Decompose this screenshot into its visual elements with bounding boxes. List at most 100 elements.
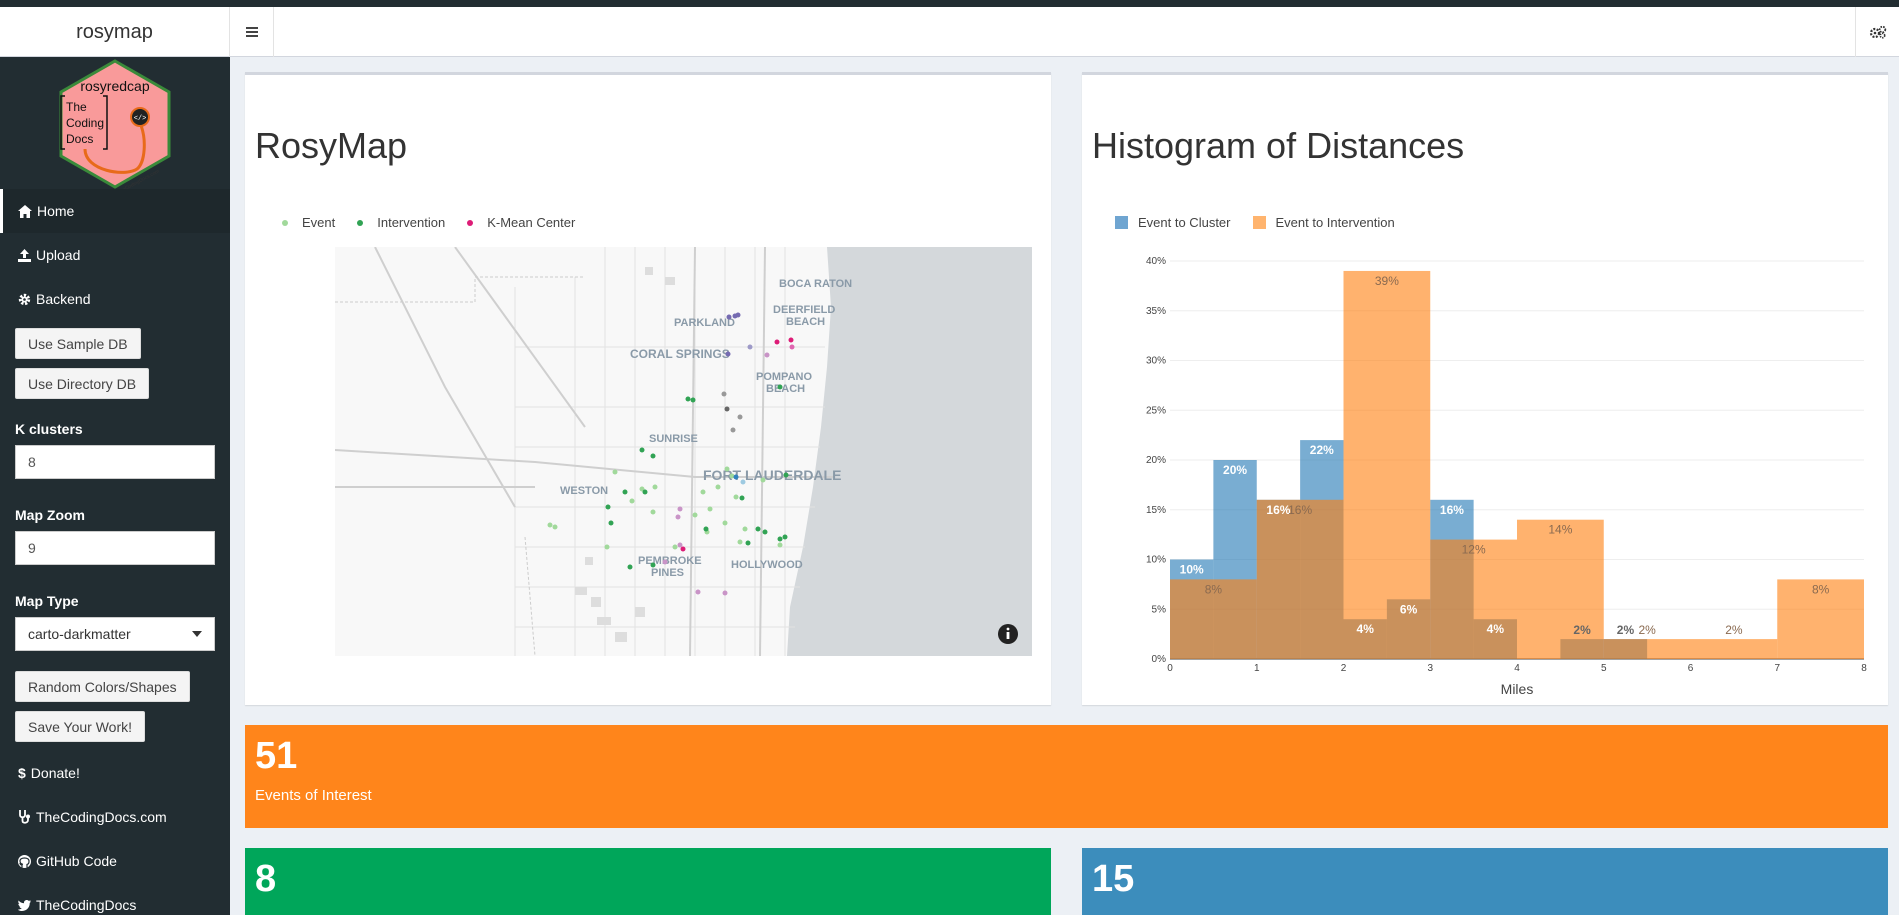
bar-data-label: 14% (1548, 523, 1572, 537)
place-label: PARKLAND (674, 317, 735, 329)
x-tick-label: 4 (1514, 663, 1520, 674)
save-your-work-button[interactable]: Save Your Work! (15, 711, 146, 742)
interventions-value-box: 15 (1082, 848, 1888, 915)
sidebar-item-label: Home (37, 203, 75, 219)
map-legend: Event Intervention K-Mean Center (282, 215, 597, 230)
bar-data-label: 16% (1288, 503, 1312, 517)
y-tick-label: 10% (1146, 555, 1166, 566)
histogram-bar (1430, 539, 1517, 659)
github-icon (18, 854, 31, 868)
place-label: CORAL SPRINGS (630, 347, 730, 361)
y-tick-label: 25% (1146, 405, 1166, 416)
legend-item-intervention[interactable]: Intervention (357, 215, 445, 230)
gears-icon (1869, 25, 1886, 39)
sidebar-link-donate[interactable]: $ Donate! (0, 751, 230, 795)
settings-button[interactable] (1855, 7, 1899, 57)
histogram-bar (1256, 499, 1344, 659)
place-label: PINES (651, 567, 684, 579)
gear-icon (18, 293, 31, 305)
legend-item-k-mean-center[interactable]: K-Mean Center (467, 215, 575, 230)
x-tick-label: 1 (1254, 663, 1260, 674)
place-label: PEMBROKE (638, 555, 702, 567)
stethoscope-icon (19, 810, 30, 824)
sidebar-item-home[interactable]: Home (0, 189, 230, 233)
bar-data-label: 20% (1223, 463, 1247, 477)
bar-data-label: 12% (1462, 543, 1486, 557)
bar-data-label: 2% (1573, 623, 1591, 637)
histogram-bar (1343, 270, 1431, 659)
k-clusters-label: K clusters (15, 421, 83, 437)
y-tick-label: 40% (1146, 256, 1166, 267)
upload-icon (18, 248, 31, 262)
legend-item-event[interactable]: Event (282, 215, 335, 230)
use-directory-db-button[interactable]: Use Directory DB (15, 368, 150, 399)
twitter-icon (18, 899, 31, 911)
histogram-bar (1517, 519, 1604, 659)
logo-title: rosyredcap (80, 78, 149, 94)
clusters-value-box: 8 (245, 848, 1051, 915)
bar-data-label: 2% (1725, 623, 1743, 637)
map-zoom-input[interactable]: 9 (15, 531, 215, 565)
sidebar: rosyredcap The Coding Docs </> TheCoding… (0, 57, 230, 915)
top-strip (0, 0, 1899, 7)
histogram-bar (1690, 639, 1778, 659)
value-box-label: Events of Interest (255, 787, 372, 804)
histogram-bar (1603, 639, 1691, 659)
y-tick-label: 5% (1152, 604, 1167, 615)
home-icon (18, 204, 32, 218)
sidebar-item-backend[interactable]: Backend (0, 277, 230, 321)
value-box-number: 51 (255, 735, 298, 777)
sidebar-link-thecodingdocs-com[interactable]: TheCodingDocs.com (0, 795, 230, 839)
sidebar-link-label: TheCodingDocs (36, 897, 137, 913)
bar-data-label: 39% (1375, 274, 1399, 288)
use-sample-db-button[interactable]: Use Sample DB (15, 328, 141, 359)
y-tick-label: 0% (1152, 654, 1167, 665)
random-colors-shapes-button[interactable]: Random Colors/Shapes (15, 671, 190, 702)
map-panel-title: RosyMap (255, 125, 408, 166)
bar-data-label: 2% (1617, 623, 1635, 637)
sidebar-toggle-button[interactable] (230, 7, 274, 57)
logo-line1: The (66, 100, 87, 114)
x-tick-label: 3 (1427, 663, 1433, 674)
sidebar-item-label: Backend (36, 291, 91, 307)
sidebar-item-upload[interactable]: Upload (0, 233, 230, 277)
sidebar-item-label: Upload (36, 247, 81, 263)
sidebar-link-twitter[interactable]: TheCodingDocs (0, 883, 230, 915)
histogram-panel: Histogram of Distances Event to Cluster … (1082, 72, 1888, 705)
map-graphic: BOCA RATON PARKLAND DEERFIELD BEACH CORA… (335, 247, 1032, 656)
svg-text:</>: </> (134, 115, 147, 123)
bar-data-label: 10% (1180, 563, 1204, 577)
map-zoom-label: Map Zoom (15, 507, 85, 523)
legend-marker (282, 219, 288, 226)
sidebar-link-github[interactable]: GitHub Code (0, 839, 230, 883)
legend-marker (467, 219, 474, 226)
x-tick-label: 7 (1774, 663, 1780, 674)
histogram-chart: 10%20%16%22%4%6%16%4% 2% 2%8%16%39%12%14%2… (1146, 256, 1867, 697)
y-tick-label: 15% (1146, 505, 1166, 516)
caret-down-icon (192, 631, 202, 637)
map-canvas[interactable]: BOCA RATON PARKLAND DEERFIELD BEACH CORA… (335, 247, 1032, 656)
place-label: HOLLYWOOD (731, 559, 803, 571)
hamburger-icon (245, 27, 258, 37)
app-title[interactable]: rosymap (0, 7, 230, 57)
y-tick-label: 35% (1146, 306, 1166, 317)
place-label: BOCA RATON (779, 278, 852, 290)
map-panel: RosyMap Event Intervention K-Mean Center (245, 72, 1051, 705)
map-type-select[interactable]: carto-darkmatter (15, 617, 215, 651)
k-clusters-input[interactable]: 8 (15, 445, 215, 479)
value-box-number: 8 (255, 858, 277, 900)
x-tick-label: 6 (1688, 663, 1694, 674)
legend-marker (357, 219, 364, 226)
bar-data-label: 4% (1357, 622, 1375, 636)
map-type-value: carto-darkmatter (28, 626, 131, 642)
sidebar-link-label: TheCodingDocs.com (36, 809, 167, 825)
info-icon[interactable] (998, 624, 1018, 644)
logo-line2: Coding (66, 116, 104, 130)
sidebar-link-label: GitHub Code (36, 853, 117, 869)
value-box-number: 15 (1092, 858, 1135, 900)
bar-data-label: 2% (1638, 623, 1656, 637)
bar-data-label: 4% (1487, 622, 1505, 636)
place-label: WESTON (560, 485, 608, 497)
bar-data-label: 8% (1205, 582, 1223, 596)
events-of-interest-box: 51 Events of Interest (245, 725, 1888, 828)
